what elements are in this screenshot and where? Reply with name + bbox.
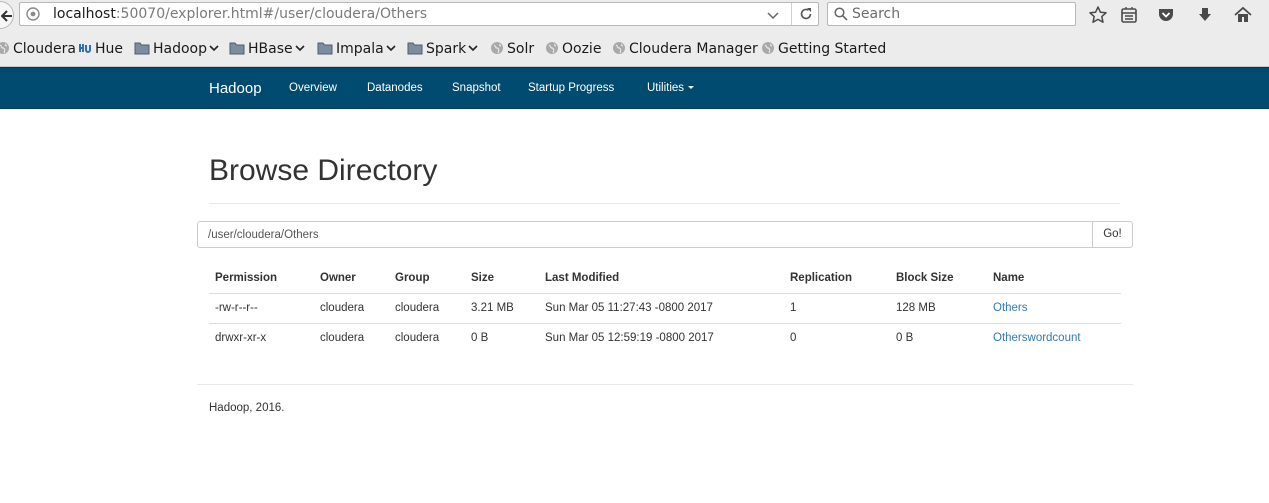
search-bar[interactable]: Search <box>827 2 1076 26</box>
bookmark-folder-hadoop[interactable]: Hadoop <box>134 41 219 59</box>
bookmark-label: Getting Started <box>778 41 887 57</box>
bookmark-folder-hbase[interactable]: HBase <box>229 41 305 59</box>
star-bookmark-icon[interactable] <box>1088 5 1108 25</box>
cell-replication: 1 <box>784 293 890 324</box>
home-icon[interactable] <box>1233 5 1253 25</box>
folder-icon <box>317 42 333 55</box>
cell-block-size: 0 B <box>896 332 914 345</box>
cell-size: 0 B <box>471 332 489 345</box>
cell-name: Others <box>987 293 1121 324</box>
back-arrow-icon <box>1 10 12 22</box>
bookmark-folder-impala[interactable]: Impala <box>317 41 396 59</box>
globe-icon <box>0 42 9 54</box>
title-divider <box>209 203 1120 204</box>
bookmark-label: Impala <box>336 41 384 57</box>
directory-path-input[interactable] <box>197 221 1093 248</box>
table-row: drwxr-xr-x cloudera cloudera 0 B Sun Mar… <box>209 323 1121 353</box>
directory-listing-table: Permission Owner Group Size Last Modifie… <box>209 264 1121 353</box>
bookmark-folder-spark[interactable]: Spark <box>407 41 478 59</box>
folder-icon <box>229 42 245 55</box>
bookmark-label: Hadoop <box>153 41 208 57</box>
globe-icon <box>491 42 503 54</box>
bookmark-oozie[interactable]: Oozie <box>545 41 601 59</box>
globe-icon <box>613 42 625 54</box>
nav-snapshot[interactable]: Snapshot <box>452 82 501 94</box>
back-button[interactable] <box>0 1 14 29</box>
bookmark-cloudera[interactable]: Cloudera <box>0 41 76 59</box>
caret-down-icon <box>688 86 695 89</box>
reload-button[interactable] <box>791 3 819 25</box>
column-header-group[interactable]: Group <box>389 264 465 294</box>
cell-size: 3.21 MB <box>465 293 539 324</box>
folder-icon <box>134 42 150 55</box>
cell-owner: cloudera <box>314 293 389 324</box>
nav-startup-progress[interactable]: Startup Progress <box>528 82 614 94</box>
url-path: :50070/explorer.html#/user/cloudera/Othe… <box>115 6 428 22</box>
column-header-permission[interactable]: Permission <box>209 264 314 294</box>
table-row: -rw-r--r-- cloudera cloudera 3.21 MB Sun… <box>209 293 1121 324</box>
bookmark-label: HBase <box>248 41 293 57</box>
reading-list-icon[interactable] <box>1119 5 1139 25</box>
column-header-size[interactable]: Size <box>465 264 539 294</box>
column-header-block-size[interactable]: Block Size <box>890 264 987 294</box>
column-header-last-modified[interactable]: Last Modified <box>539 264 784 294</box>
cell-name: Otherswordcount <box>987 323 1121 353</box>
bookmark-hue[interactable]: Hue <box>78 41 123 59</box>
folder-icon <box>407 42 423 55</box>
chevron-down-icon <box>209 45 219 52</box>
footer-divider <box>197 384 1133 385</box>
bookmark-label: Cloudera Manager <box>629 41 758 57</box>
globe-icon <box>762 42 774 54</box>
file-link[interactable]: Others <box>993 302 1028 314</box>
go-button[interactable]: Go! <box>1092 221 1133 248</box>
bookmark-label: Hue <box>95 41 124 57</box>
search-placeholder: Search <box>852 6 901 22</box>
cell-last-modified: Sun Mar 05 11:27:43 -0800 2017 <box>539 293 784 324</box>
column-header-owner[interactable]: Owner <box>314 264 389 294</box>
url-bar[interactable]: localhost:50070/explorer.html#/user/clou… <box>19 2 819 26</box>
pocket-icon[interactable] <box>1156 5 1176 25</box>
cell-permission: -rw-r--r-- <box>209 293 314 324</box>
chevron-down-icon <box>468 45 478 52</box>
bookmark-getting-started[interactable]: Getting Started <box>761 41 886 59</box>
cell-permission: drwxr-xr-x <box>215 332 267 345</box>
bookmark-label: Spark <box>426 41 467 57</box>
cell-block-size: 128 MB <box>890 293 987 324</box>
globe-icon <box>546 42 558 54</box>
bookmark-label: Oozie <box>562 41 602 57</box>
bookmark-cloudera-manager[interactable]: Cloudera Manager <box>612 41 758 59</box>
cell-group: cloudera <box>395 332 440 345</box>
cell-group: cloudera <box>389 293 465 324</box>
column-header-replication[interactable]: Replication <box>784 264 890 294</box>
chevron-down-icon <box>295 45 305 52</box>
hadoop-navbar: Hadoop Overview Datanodes Snapshot Start… <box>0 67 1269 109</box>
cell-owner: cloudera <box>320 332 365 345</box>
nav-overview[interactable]: Overview <box>289 82 337 94</box>
cell-replication: 0 <box>790 332 797 345</box>
browser-toolbar: localhost:50070/explorer.html#/user/clou… <box>0 0 1269 30</box>
site-info-icon[interactable] <box>26 7 40 21</box>
search-icon <box>834 7 848 21</box>
table-header-row: Permission Owner Group Size Last Modifie… <box>209 264 1121 294</box>
reload-icon <box>800 8 812 20</box>
column-header-name[interactable]: Name <box>987 264 1121 294</box>
nav-utilities-label: Utilities <box>647 82 685 94</box>
footer-text: Hadoop, 2016. <box>209 402 285 414</box>
bookmark-solr[interactable]: Solr <box>490 41 534 59</box>
hue-icon <box>79 44 91 53</box>
directory-link[interactable]: Otherswordcount <box>993 332 1081 344</box>
bookmark-label: Cloudera <box>13 41 76 57</box>
url-text[interactable]: localhost:50070/explorer.html#/user/clou… <box>53 6 427 22</box>
navbar-brand[interactable]: Hadoop <box>209 80 262 97</box>
bookmarks-bar: Cloudera Hue Hadoop HBase Impala Spark S… <box>0 30 1269 67</box>
chevron-down-icon <box>386 45 396 52</box>
bookmark-label: Solr <box>507 41 535 57</box>
url-host: localhost <box>53 6 116 22</box>
chevron-down-icon[interactable] <box>765 7 781 23</box>
cell-last-modified: Sun Mar 05 12:59:19 -0800 2017 <box>545 332 714 345</box>
nav-datanodes[interactable]: Datanodes <box>367 82 423 94</box>
nav-utilities-dropdown[interactable]: Utilities <box>647 82 695 94</box>
page-title: Browse Directory <box>209 154 438 187</box>
download-icon[interactable] <box>1195 5 1215 25</box>
